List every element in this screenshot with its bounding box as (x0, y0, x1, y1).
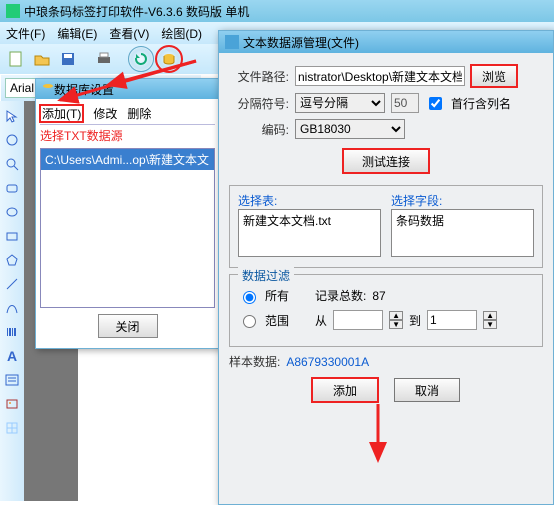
sep-label: 分隔符号: (229, 95, 289, 112)
modify-source-button[interactable]: 修改 (93, 105, 117, 122)
encoding-label: 编码: (229, 121, 289, 138)
menu-edit[interactable]: 编辑(E) (57, 25, 97, 42)
text-datasource-dialog: 文本数据源管理(文件) 文件路径: 浏览 分隔符号: 逗号分隔 首行含列名 编码… (218, 30, 554, 505)
menu-file[interactable]: 文件(F) (6, 25, 45, 42)
refresh-icon[interactable] (128, 46, 154, 72)
print-icon[interactable] (92, 47, 116, 71)
sheet-listbox[interactable]: 新建文本文档.txt (238, 209, 381, 257)
to-spinner[interactable]: ▲▼ (483, 311, 497, 329)
add-source-button[interactable]: 添加(T) (40, 105, 83, 122)
menu-draw[interactable]: 绘图(D) (161, 25, 202, 42)
pan-tool-icon[interactable] (3, 131, 21, 149)
barcode-tool-icon[interactable] (3, 323, 21, 341)
image-tool-icon[interactable] (3, 395, 21, 413)
tool-palette: A (0, 101, 24, 501)
save-icon[interactable] (56, 47, 80, 71)
filter-caption: 数据过滤 (238, 267, 294, 284)
zoom-tool-icon[interactable] (3, 155, 21, 173)
filter-all-radio[interactable] (243, 291, 256, 304)
pointer-tool-icon[interactable] (3, 107, 21, 125)
round-rect-tool-icon[interactable] (3, 179, 21, 197)
total-label: 记录总数: (315, 287, 366, 304)
field-listbox[interactable]: 条码数据 (391, 209, 534, 257)
open-file-icon[interactable] (30, 47, 54, 71)
sample-value: A8679330001A (286, 355, 369, 369)
list-item[interactable]: C:\Users\Admi...op\新建文本文 (41, 149, 214, 170)
line-tool-icon[interactable] (3, 275, 21, 293)
sep-custom-input (391, 93, 419, 113)
browse-button[interactable]: 浏览 (471, 65, 517, 87)
from-label: 从 (315, 312, 327, 329)
close-button[interactable]: 关闭 (98, 314, 158, 338)
path-label: 文件路径: (229, 68, 289, 85)
dialog-title: 文本数据源管理(文件) (243, 34, 359, 51)
rich-text-tool-icon[interactable] (3, 371, 21, 389)
app-logo-icon (6, 4, 20, 18)
datasource-popup: 数据库设置 添加(T) 修改 删除 选择TXT数据源 C:\Users\Admi… (35, 78, 220, 349)
path-input[interactable] (295, 66, 465, 86)
select-field-label: 选择字段: (391, 192, 534, 209)
ellipse-tool-icon[interactable] (3, 203, 21, 221)
dialog-icon (225, 35, 239, 49)
encoding-select[interactable]: GB18030 (295, 119, 405, 139)
to-label: 到 (409, 312, 421, 329)
filter-all-label: 所有 (265, 287, 289, 304)
first-row-header-label: 首行含列名 (451, 95, 511, 112)
from-spinner[interactable]: ▲▼ (389, 311, 403, 329)
polygon-tool-icon[interactable] (3, 251, 21, 269)
list-item[interactable]: 条码数据 (396, 212, 529, 229)
database-button[interactable] (156, 46, 182, 72)
database-icon (42, 83, 54, 95)
first-row-header-checkbox[interactable] (429, 97, 442, 110)
filter-range-label: 范围 (265, 312, 289, 329)
cancel-button[interactable]: 取消 (394, 378, 460, 402)
app-title-bar: 中琅条码标签打印软件-V6.3.6 数码版 单机 (0, 0, 554, 22)
new-file-icon[interactable] (4, 47, 28, 71)
separator-select[interactable]: 逗号分隔 (295, 93, 385, 113)
datasource-popup-title: 数据库设置 (36, 79, 219, 99)
filter-range-radio[interactable] (243, 315, 256, 328)
range-to-input[interactable] (427, 310, 477, 330)
list-item[interactable]: 新建文本文档.txt (243, 212, 376, 229)
app-title: 中琅条码标签打印软件-V6.3.6 数码版 单机 (24, 3, 249, 20)
delete-source-button[interactable]: 删除 (127, 105, 151, 122)
rect-tool-icon[interactable] (3, 227, 21, 245)
text-tool-icon[interactable]: A (3, 347, 21, 365)
sample-label: 样本数据: (229, 353, 280, 370)
range-from-input[interactable] (333, 310, 383, 330)
ok-button[interactable]: 添加 (312, 378, 378, 402)
datasource-list[interactable]: C:\Users\Admi...op\新建文本文 (40, 148, 215, 308)
menu-view[interactable]: 查看(V) (109, 25, 149, 42)
total-value: 87 (372, 289, 385, 303)
grid-tool-icon[interactable] (3, 419, 21, 437)
test-connection-button[interactable]: 测试连接 (343, 149, 429, 173)
curve-tool-icon[interactable] (3, 299, 21, 317)
select-sheet-label: 选择表: (238, 192, 381, 209)
hint-text: 选择TXT数据源 (40, 127, 215, 144)
